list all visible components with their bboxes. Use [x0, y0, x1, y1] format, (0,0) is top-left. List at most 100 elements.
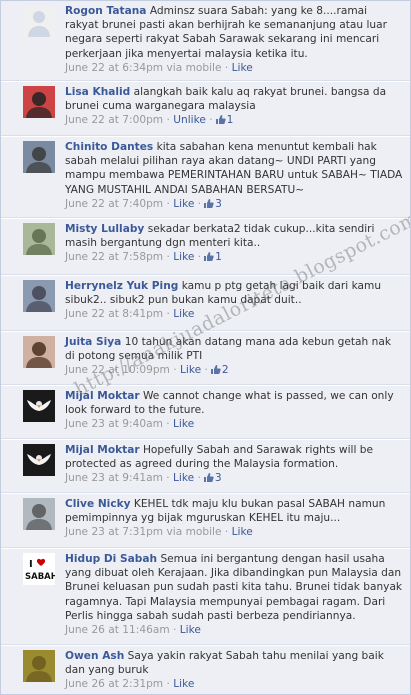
comment-content: Rogon Tatana Adminsz suara Sabah: yang k… — [65, 4, 403, 61]
like-count-link[interactable]: 3 — [201, 472, 222, 484]
meta-separator: · — [166, 418, 170, 431]
like-link[interactable]: Like — [232, 526, 253, 538]
comment-author-link[interactable]: Chinito Dantes — [65, 141, 153, 153]
default-silhouette-icon[interactable] — [23, 5, 55, 37]
meta-separator: · — [166, 197, 170, 210]
like-link[interactable]: Like — [173, 472, 194, 484]
profile-photo-icon[interactable] — [23, 280, 55, 312]
comment-author-link[interactable]: Mijal Moktar — [65, 390, 140, 402]
like-link[interactable]: Like — [173, 251, 194, 263]
comment-item: Mijal Moktar We cannot change what is pa… — [1, 386, 410, 439]
like-count-link[interactable]: 1 — [201, 251, 222, 263]
meta-separator: · — [224, 526, 229, 539]
comment-timestamp[interactable]: June 22 at 8:41pm — [65, 308, 163, 320]
comment-body: Herrynelz Yuk Ping kamu p ptg getah lagi… — [65, 279, 403, 322]
comment-item: Mijal Moktar Hopefully Sabah and Sarawak… — [1, 440, 410, 493]
comment-meta: June 22 at 10:09pm · Like · 2 — [65, 363, 403, 377]
meta-separator: · — [166, 472, 170, 485]
comment-timestamp[interactable]: June 26 at 11:46am — [65, 624, 170, 636]
comment-timestamp[interactable]: June 26 at 2:31pm — [65, 678, 163, 690]
comment-author-link[interactable]: Juita Siya — [65, 336, 121, 348]
comment-meta: June 22 at 7:58pm · Like · 1 — [65, 250, 403, 264]
meta-separator: · — [166, 251, 170, 264]
comment-item: Chinito Dantes kita sabahan kena menuntu… — [1, 137, 410, 218]
comment-author-link[interactable]: Rogon Tatana — [65, 5, 146, 17]
comment-timestamp[interactable]: June 22 at 7:58pm — [65, 251, 163, 263]
comment-content: Mijal Moktar We cannot change what is pa… — [65, 389, 403, 417]
comment-author-link[interactable]: Hidup Di Sabah — [65, 553, 157, 565]
comment-content: Clive Nicky KEHEL tdk maju klu bukan pas… — [65, 497, 403, 525]
comment-timestamp[interactable]: June 23 at 9:40am — [65, 418, 163, 430]
i-love-sabah-icon[interactable]: I SABAH — [23, 553, 55, 585]
profile-photo-icon[interactable] — [23, 336, 55, 368]
like-link[interactable]: Like — [180, 624, 201, 636]
unlike-link[interactable]: Unlike — [173, 114, 206, 126]
like-link[interactable]: Like — [173, 308, 194, 320]
comment-body: Owen Ash Saya yakin rakyat Sabah tahu me… — [65, 649, 403, 692]
thumbs-up-icon — [215, 115, 226, 125]
comment-body: Mijal Moktar Hopefully Sabah and Sarawak… — [65, 443, 403, 486]
comment-body: Hidup Di Sabah Semua ini bergantung deng… — [65, 552, 403, 637]
comment-author-link[interactable]: Owen Ash — [65, 650, 124, 662]
comment-item: Clive Nicky KEHEL tdk maju klu bukan pas… — [1, 494, 410, 548]
thumbs-up-icon — [210, 365, 221, 375]
comment-item: Rogon Tatana Adminsz suara Sabah: yang k… — [1, 1, 410, 81]
comment-body: Lisa Khalid alangkah baik kalu aq rakyat… — [65, 85, 403, 128]
comment-item: Lisa Khalid alangkah baik kalu aq rakyat… — [1, 82, 410, 136]
comment-author-link[interactable]: Misty Lullaby — [65, 223, 144, 235]
comment-item: Misty Lullaby sekadar berkata2 tidak cuk… — [1, 219, 410, 275]
meta-separator: · — [224, 61, 229, 74]
comment-author-link[interactable]: Herrynelz Yuk Ping — [65, 280, 178, 292]
like-count-link[interactable]: 2 — [208, 364, 229, 376]
profile-photo-icon[interactable] — [23, 498, 55, 530]
comment-item: Owen Ash Saya yakin rakyat Sabah tahu me… — [1, 646, 410, 694]
eagle-icon[interactable] — [23, 390, 55, 422]
profile-photo-icon[interactable] — [23, 650, 55, 682]
profile-photo-icon[interactable] — [23, 223, 55, 255]
comment-body: Misty Lullaby sekadar berkata2 tidak cuk… — [65, 222, 403, 265]
meta-separator: · — [173, 624, 177, 637]
comment-meta: June 22 at 7:40pm · Like · 3 — [65, 197, 403, 211]
thumbs-up-icon — [204, 198, 214, 208]
like-link[interactable]: Like — [180, 364, 201, 376]
comment-meta: June 26 at 2:31pm · Like — [65, 677, 403, 691]
comment-content: Misty Lullaby sekadar berkata2 tidak cuk… — [65, 222, 403, 250]
like-link[interactable]: Like — [232, 62, 253, 74]
like-count: 3 — [214, 472, 222, 485]
like-link[interactable]: Like — [173, 418, 194, 430]
eagle-icon[interactable] — [23, 444, 55, 476]
comment-content: Owen Ash Saya yakin rakyat Sabah tahu me… — [65, 649, 403, 677]
comment-meta: June 22 at 6:34pm via mobile · Like — [65, 61, 403, 75]
svg-text:SABAH: SABAH — [25, 572, 55, 582]
like-count: 3 — [215, 197, 222, 210]
comment-meta: June 23 at 7:31pm via mobile · Like — [65, 525, 403, 539]
comment-timestamp[interactable]: June 22 at 7:40pm — [65, 198, 163, 210]
comment-body: Clive Nicky KEHEL tdk maju klu bukan pas… — [65, 497, 403, 540]
comment-content: Mijal Moktar Hopefully Sabah and Sarawak… — [65, 443, 403, 471]
thumbs-up-icon — [204, 252, 214, 262]
comment-author-link[interactable]: Clive Nicky — [65, 498, 131, 510]
profile-photo-icon[interactable] — [23, 86, 55, 118]
like-count: 2 — [221, 364, 229, 377]
thumbs-up-icon — [203, 473, 214, 483]
comment-body: Rogon Tatana Adminsz suara Sabah: yang k… — [65, 4, 403, 75]
comment-timestamp[interactable]: June 22 at 7:00pm — [65, 114, 163, 126]
comment-content: Lisa Khalid alangkah baik kalu aq rakyat… — [65, 85, 403, 113]
comment-thread: Rogon Tatana Adminsz suara Sabah: yang k… — [0, 0, 411, 695]
comment-timestamp[interactable]: June 23 at 7:31pm via mobile — [65, 526, 222, 538]
meta-separator: · — [166, 678, 170, 691]
comment-timestamp[interactable]: June 22 at 10:09pm — [65, 364, 170, 376]
comment-content: Chinito Dantes kita sabahan kena menuntu… — [65, 140, 403, 197]
meta-separator: · — [173, 364, 177, 377]
like-count-link[interactable]: 3 — [201, 198, 222, 210]
comment-author-link[interactable]: Lisa Khalid — [65, 86, 130, 98]
like-link[interactable]: Like — [173, 198, 194, 210]
like-count-link[interactable]: 1 — [213, 114, 233, 126]
meta-separator: · — [166, 308, 170, 321]
comment-author-link[interactable]: Mijal Moktar — [65, 444, 140, 456]
profile-photo-icon[interactable] — [23, 141, 55, 173]
comment-timestamp[interactable]: June 23 at 9:41am — [65, 472, 163, 484]
like-link[interactable]: Like — [173, 678, 194, 690]
comment-content: Herrynelz Yuk Ping kamu p ptg getah lagi… — [65, 279, 403, 307]
comment-timestamp[interactable]: June 22 at 6:34pm via mobile — [65, 62, 222, 74]
